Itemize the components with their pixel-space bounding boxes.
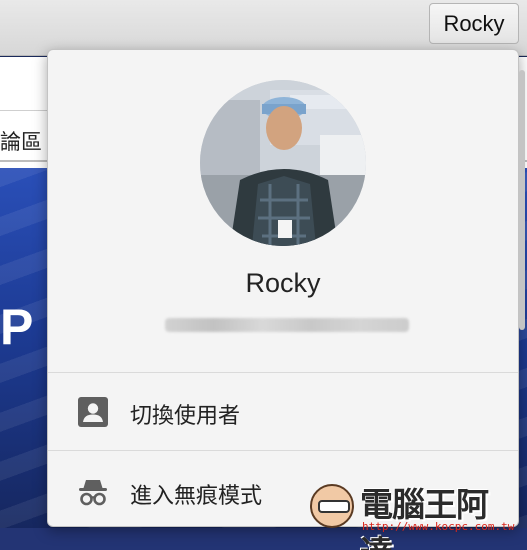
menu-divider xyxy=(48,372,518,373)
switch-user-menu-item[interactable]: 切換使用者 xyxy=(48,374,518,450)
avatar-photo xyxy=(200,80,366,246)
browser-toolbar: Rocky xyxy=(0,0,527,56)
avatar xyxy=(200,80,366,246)
mascot-face-icon xyxy=(310,484,354,528)
page-scrollbar[interactable] xyxy=(519,70,525,330)
incognito-label: 進入無痕模式 xyxy=(130,484,263,509)
incognito-icon xyxy=(77,476,109,508)
profile-name: Rocky xyxy=(245,268,321,298)
profile-menu-popup: Rocky 切換使用者 進入無痕模式 xyxy=(47,49,519,527)
watermark-url: http://www.kocpc.com.tw xyxy=(362,520,515,533)
profile-email-obscured xyxy=(165,318,409,332)
menu-divider xyxy=(48,450,518,451)
watermark-title: 電腦王阿達 xyxy=(360,485,489,550)
profile-chip-button[interactable]: Rocky xyxy=(429,3,519,44)
site-watermark: 電腦王阿達 http://www.kocpc.com.tw xyxy=(304,478,518,550)
hero-letter: P xyxy=(0,299,34,355)
switch-user-label: 切換使用者 xyxy=(130,404,241,429)
account-box-icon xyxy=(77,396,109,428)
page-text-fragment: 論區 xyxy=(0,130,42,154)
